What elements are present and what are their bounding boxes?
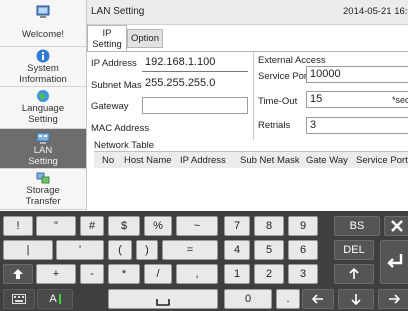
key[interactable]: = bbox=[162, 240, 218, 260]
ip-address-label: IP Address bbox=[91, 58, 137, 69]
arrow-left-key[interactable] bbox=[302, 289, 334, 309]
sidebar-item-language-setting[interactable]: Language Setting bbox=[0, 87, 86, 129]
tab-panel-border bbox=[87, 51, 408, 52]
sidebar-item-label: Storage Transfer bbox=[25, 185, 61, 207]
on-screen-keyboard: ! " # $ % ~ 7 8 9 BS | ' ( ) = 4 5 6 DEL… bbox=[0, 211, 408, 311]
column-header: No bbox=[102, 155, 115, 166]
page-title: LAN Setting bbox=[91, 6, 145, 17]
ip-address-field[interactable]: 192.168.1.100 bbox=[142, 55, 248, 72]
key[interactable]: 5 bbox=[254, 240, 284, 260]
key[interactable]: 8 bbox=[254, 216, 284, 236]
gateway-field[interactable] bbox=[142, 97, 248, 114]
network-table-header: No Host Name IP Address Sub Net Mask Gat… bbox=[94, 151, 408, 169]
key[interactable]: " bbox=[36, 216, 76, 236]
datetime-display: 2014-05-21 16:05:1 bbox=[343, 6, 408, 17]
network-icon bbox=[36, 132, 50, 144]
form-divider bbox=[253, 52, 254, 140]
network-table-title: Network Table bbox=[94, 140, 155, 151]
key[interactable]: 2 bbox=[254, 264, 284, 284]
sidebar-item-lan-setting[interactable]: LAN Setting bbox=[0, 129, 86, 169]
key[interactable]: 3 bbox=[288, 264, 318, 284]
sidebar-item-system-information[interactable]: System Information bbox=[0, 47, 86, 87]
key[interactable]: $ bbox=[108, 216, 140, 236]
time-out-label: Time-Out bbox=[258, 96, 298, 107]
subnet-mask-label: Subnet Mask bbox=[91, 80, 147, 91]
caret-indicator bbox=[58, 294, 61, 305]
key[interactable]: # bbox=[80, 216, 104, 236]
shift-key[interactable] bbox=[3, 264, 33, 284]
retrials-label: Retrials bbox=[258, 120, 291, 131]
arrow-down-key[interactable] bbox=[338, 289, 374, 309]
keyboard-toggle-key[interactable] bbox=[3, 289, 35, 309]
key[interactable]: 7 bbox=[224, 216, 250, 236]
sidebar-item-label: Welcome! bbox=[21, 29, 65, 40]
shift-icon bbox=[13, 269, 23, 280]
backspace-key[interactable]: BS bbox=[334, 216, 380, 236]
key[interactable]: * bbox=[108, 264, 140, 284]
keyboard-icon bbox=[12, 294, 26, 305]
subnet-mask-field[interactable]: 255.255.255.0 bbox=[142, 76, 248, 93]
time-out-field[interactable]: 15 *sec bbox=[306, 91, 408, 108]
tab-option[interactable]: Option bbox=[127, 29, 163, 48]
key[interactable]: 4 bbox=[224, 240, 250, 260]
key[interactable]: 1 bbox=[224, 264, 250, 284]
enter-icon bbox=[386, 254, 402, 268]
key[interactable]: , bbox=[176, 264, 218, 284]
space-key[interactable] bbox=[108, 289, 218, 309]
key[interactable]: 0 bbox=[224, 289, 272, 309]
enter-key[interactable] bbox=[380, 240, 408, 284]
sidebar-item-welcome[interactable]: Welcome! bbox=[0, 0, 86, 47]
service-port-label: Service Port bbox=[258, 71, 310, 82]
key[interactable]: 6 bbox=[288, 240, 318, 260]
key[interactable]: | bbox=[3, 240, 53, 260]
column-header: Host Name bbox=[124, 155, 172, 166]
sidebar: Welcome! System Information Language Setti… bbox=[0, 0, 87, 210]
key[interactable]: ~ bbox=[176, 216, 218, 236]
time-out-value: 15 bbox=[310, 93, 323, 105]
arrow-up-key[interactable] bbox=[334, 264, 374, 284]
transfer-icon bbox=[36, 172, 50, 184]
retrials-field[interactable]: 3 bbox=[306, 117, 408, 134]
key[interactable]: 9 bbox=[288, 216, 318, 236]
arrow-right-key[interactable] bbox=[378, 289, 408, 309]
arrow-right-icon bbox=[388, 294, 400, 304]
tab-ip-setting[interactable]: IP Setting bbox=[87, 25, 127, 52]
time-out-unit: *sec bbox=[392, 95, 408, 105]
space-icon bbox=[156, 299, 170, 306]
header-bar: LAN Setting 2014-05-21 16:05:1 bbox=[87, 0, 408, 25]
column-header: Service Port bbox=[356, 155, 408, 166]
key[interactable]: . bbox=[276, 289, 300, 309]
input-mode-label: A bbox=[49, 293, 57, 305]
sidebar-item-label: LAN Setting bbox=[28, 145, 58, 167]
network-table-body[interactable] bbox=[94, 168, 408, 210]
arrow-left-icon bbox=[311, 294, 323, 304]
close-icon bbox=[390, 220, 403, 232]
sidebar-item-label: System Information bbox=[19, 63, 67, 85]
key[interactable]: ! bbox=[3, 216, 33, 236]
key[interactable]: ) bbox=[136, 240, 158, 260]
external-access-label: External Access bbox=[258, 55, 326, 66]
column-header: Gate Way bbox=[306, 155, 348, 166]
key[interactable]: ( bbox=[108, 240, 132, 260]
mac-address-label: MAC Address bbox=[91, 123, 150, 134]
key[interactable]: + bbox=[36, 264, 76, 284]
key[interactable]: / bbox=[144, 264, 172, 284]
globe-icon bbox=[37, 90, 49, 102]
key[interactable]: - bbox=[80, 264, 104, 284]
key[interactable]: % bbox=[144, 216, 172, 236]
sidebar-item-label: Language Setting bbox=[21, 103, 65, 125]
arrow-down-icon bbox=[351, 294, 361, 306]
monitor-icon bbox=[36, 5, 50, 18]
info-icon bbox=[36, 49, 50, 63]
input-mode-key[interactable]: A bbox=[37, 289, 73, 309]
delete-key[interactable]: DEL bbox=[334, 240, 374, 260]
gateway-label: Gateway bbox=[91, 101, 129, 112]
service-port-field[interactable]: 10000 bbox=[306, 66, 408, 83]
column-header: IP Address bbox=[180, 155, 226, 166]
key[interactable]: ' bbox=[56, 240, 104, 260]
column-header: Sub Net Mask bbox=[240, 155, 300, 166]
sidebar-item-storage-transfer[interactable]: Storage Transfer bbox=[0, 169, 86, 210]
close-keyboard-button[interactable] bbox=[384, 216, 408, 236]
arrow-up-icon bbox=[349, 267, 359, 280]
